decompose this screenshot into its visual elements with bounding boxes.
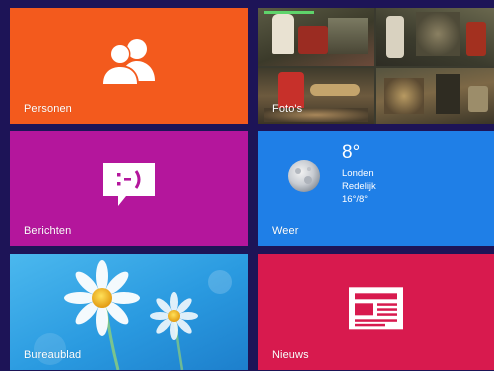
photo-thumbnail: [258, 68, 374, 124]
tile-personen[interactable]: Personen: [10, 8, 248, 124]
weather-temperature: 8°: [342, 142, 361, 163]
tile-bureaublad[interactable]: Bureaublad: [10, 254, 248, 370]
weather-city: Londen: [342, 168, 374, 179]
tile-label-berichten: Berichten: [24, 225, 72, 237]
weather-condition: Redelijk: [342, 181, 376, 192]
message-icon: [103, 162, 155, 206]
tile-label-nieuws: Nieuws: [272, 349, 309, 361]
tile-nieuws[interactable]: Nieuws: [258, 254, 494, 370]
people-icon: [101, 39, 155, 85]
tile-label-fotos: Foto's: [272, 103, 303, 115]
moon-icon: [288, 160, 320, 192]
tile-berichten[interactable]: Berichten: [10, 131, 248, 246]
photo-thumbnail: [376, 8, 494, 66]
newspaper-icon: [349, 287, 403, 330]
start-screen: Personen Foto's Berichten 8° Londen Rede…: [0, 0, 494, 371]
tile-fotos[interactable]: Foto's: [258, 8, 494, 124]
photo-thumbnail: [258, 8, 374, 66]
tile-weer[interactable]: 8° Londen Redelijk 16°/8° Weer: [258, 131, 494, 246]
tile-label-weer: Weer: [272, 225, 299, 237]
photo-thumbnail: [376, 68, 494, 124]
tile-label-personen: Personen: [24, 103, 72, 115]
tile-label-bureaublad: Bureaublad: [24, 349, 82, 361]
weather-range: 16°/8°: [342, 194, 369, 205]
